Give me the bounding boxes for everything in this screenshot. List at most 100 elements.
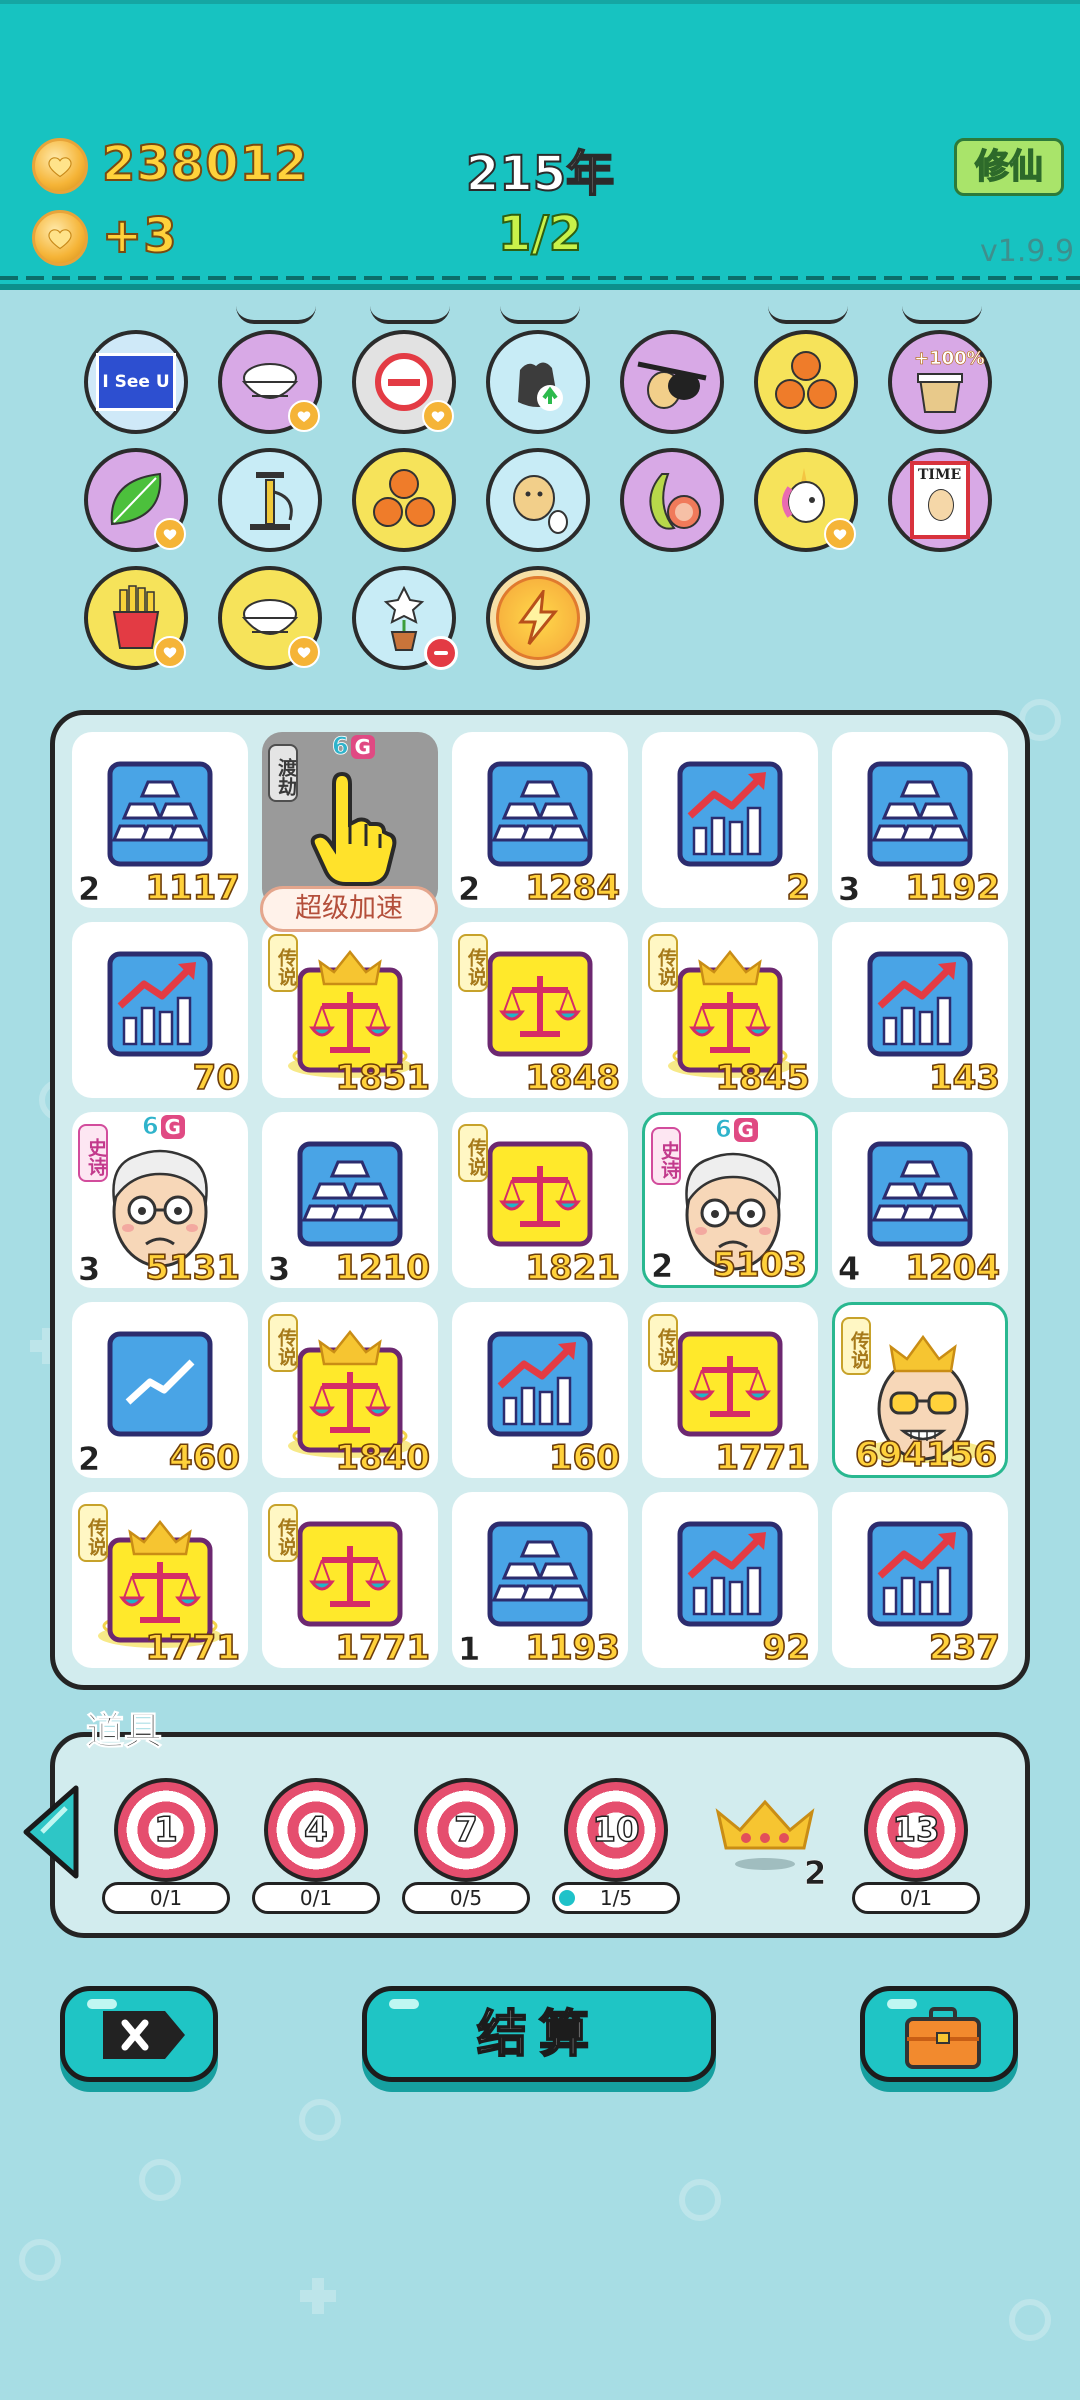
g6-badge: 6G (332, 732, 375, 760)
buff-basketballs[interactable] (754, 330, 858, 434)
rarity-tag: 传说 (268, 1504, 298, 1562)
pear-icon (649, 473, 701, 530)
lightning-icon (518, 590, 559, 645)
progress-text: 0/1 (299, 1886, 333, 1910)
buff-no-entry[interactable] (352, 330, 456, 434)
air-pump-icon (250, 472, 293, 530)
buff-unicorn[interactable] (754, 448, 858, 552)
board-tile[interactable]: 237 (832, 1492, 1008, 1669)
board-tile[interactable]: 1 1193 (452, 1492, 628, 1669)
coin-icon (32, 138, 88, 194)
growth-chart-icon (677, 761, 783, 867)
buff-fries[interactable] (84, 566, 188, 670)
rarity-tag: 传说 (648, 934, 678, 992)
tile-value: 70 (192, 1057, 241, 1099)
target-item[interactable]: 4 (264, 1778, 368, 1882)
board-tile[interactable]: 143 (832, 922, 1008, 1099)
target-item[interactable]: 7 (414, 1778, 518, 1882)
rarity-tag: 传说 (78, 1504, 108, 1562)
buff-chick-egg[interactable] (486, 448, 590, 552)
scale-icon (677, 1331, 783, 1437)
board-tile[interactable]: 史诗 6 G 2 5103 (642, 1112, 818, 1288)
tile-value: 1192 (905, 867, 1001, 909)
board-tile[interactable]: 史诗 6 G 3 5131 (72, 1112, 248, 1289)
board-tile[interactable]: 传说 1771 (262, 1492, 438, 1669)
board-tile[interactable]: 2 1117 (72, 732, 248, 909)
board-tile[interactable]: 70 (72, 922, 248, 1099)
board-tile[interactable]: 传说 1821 (452, 1112, 628, 1289)
board-tile[interactable]: 传说 694156 (832, 1302, 1008, 1478)
target-number: 10 (592, 1809, 641, 1851)
board-tile[interactable]: 4 1204 (832, 1112, 1008, 1289)
pointing-hand-icon (310, 771, 397, 886)
board-tile[interactable]: 3 1210 (262, 1112, 438, 1289)
briefcase-button[interactable] (860, 1986, 1018, 2082)
i-see-u-text: I See U (102, 372, 170, 392)
left-arrow-icon[interactable] (18, 1782, 82, 1882)
dujie-speed-tile[interactable]: 渡劫 6 G (262, 732, 438, 908)
rarity-tag: 传说 (458, 1124, 488, 1182)
gold-bars-icon (107, 761, 213, 867)
buff-rice-bowl-2[interactable] (218, 566, 322, 670)
rarity-tag: 史诗 (651, 1127, 681, 1185)
rarity-tag: 传说 (841, 1317, 871, 1375)
board-tile[interactable]: 92 (642, 1492, 818, 1669)
tile-level: 2 (458, 870, 481, 909)
tile-value: 1851 (335, 1057, 431, 1099)
board-tile[interactable]: 传说 1851 (262, 922, 438, 1099)
tile-value: 237 (928, 1627, 1001, 1669)
board-tile[interactable]: 传说 1771 (642, 1302, 818, 1479)
board-tile[interactable]: 2 460 (72, 1302, 248, 1479)
board-tile[interactable]: 160 (452, 1302, 628, 1479)
target-item[interactable]: 13 (864, 1778, 968, 1882)
buff-i-see-u[interactable]: I See U (84, 330, 188, 434)
progress-fill (559, 1890, 575, 1906)
buff-air-pump[interactable] (218, 448, 322, 552)
tile-value: 143 (928, 1057, 1001, 1099)
board-tile[interactable]: 传说 1771 (72, 1492, 248, 1669)
progress-text: 0/1 (899, 1886, 933, 1910)
gold-bars-icon (297, 1141, 403, 1247)
tile-value: 5103 (712, 1244, 808, 1286)
gold-bars-icon (867, 761, 973, 867)
scale-icon (297, 1521, 403, 1627)
rarity-tag: 传说 (648, 1314, 678, 1372)
board-tile[interactable]: 3 1192 (832, 732, 1008, 909)
buff-basketballs-2[interactable] (352, 448, 456, 552)
tile-level: 4 (838, 1250, 861, 1289)
buff-eyepatch-egg[interactable] (620, 330, 724, 434)
scale-icon (487, 1141, 593, 1247)
tile-level: 2 (651, 1247, 674, 1286)
super-speed-label[interactable]: 超级加速 (260, 886, 438, 932)
heart-badge-icon (824, 518, 856, 550)
buff-leaf[interactable] (84, 448, 188, 552)
buff-rice-bowl[interactable] (218, 330, 322, 434)
tile-level: 2 (78, 870, 101, 909)
exit-button[interactable] (60, 1986, 218, 2082)
coin-rate-icon (32, 210, 88, 266)
board-tile[interactable]: 传说 1840 (262, 1302, 438, 1479)
buff-pear[interactable] (620, 448, 724, 552)
eyepatch-egg-icon (637, 361, 707, 409)
tile-value: 1193 (525, 1627, 621, 1669)
buff-recycle-bag[interactable] (486, 330, 590, 434)
buff-lightning[interactable] (486, 566, 590, 670)
tile-level: 1 (458, 1630, 481, 1669)
tile-level: 3 (838, 870, 861, 909)
settle-button[interactable]: 结算 (362, 1986, 716, 2082)
target-item[interactable]: 10 (564, 1778, 668, 1882)
growth-chart-icon (677, 1521, 783, 1627)
buff-time-magazine[interactable]: TIME (888, 448, 992, 552)
buff-100-percent[interactable]: +100% (888, 330, 992, 434)
target-item[interactable]: 1 (114, 1778, 218, 1882)
board-tile[interactable]: 2 (642, 732, 818, 909)
trend-line-icon (107, 1331, 213, 1437)
board-tile[interactable]: 传说 1845 (642, 922, 818, 1099)
tile-value: 1821 (525, 1247, 621, 1289)
cultivate-button[interactable]: 修仙 (954, 138, 1064, 196)
rarity-tag: 渡劫 (268, 744, 298, 802)
board-tile[interactable]: 2 1284 (452, 732, 628, 909)
crown-count: 2 (804, 1854, 827, 1893)
board-tile[interactable]: 传说 1848 (452, 922, 628, 1099)
buff-flower-pot[interactable] (352, 566, 458, 670)
